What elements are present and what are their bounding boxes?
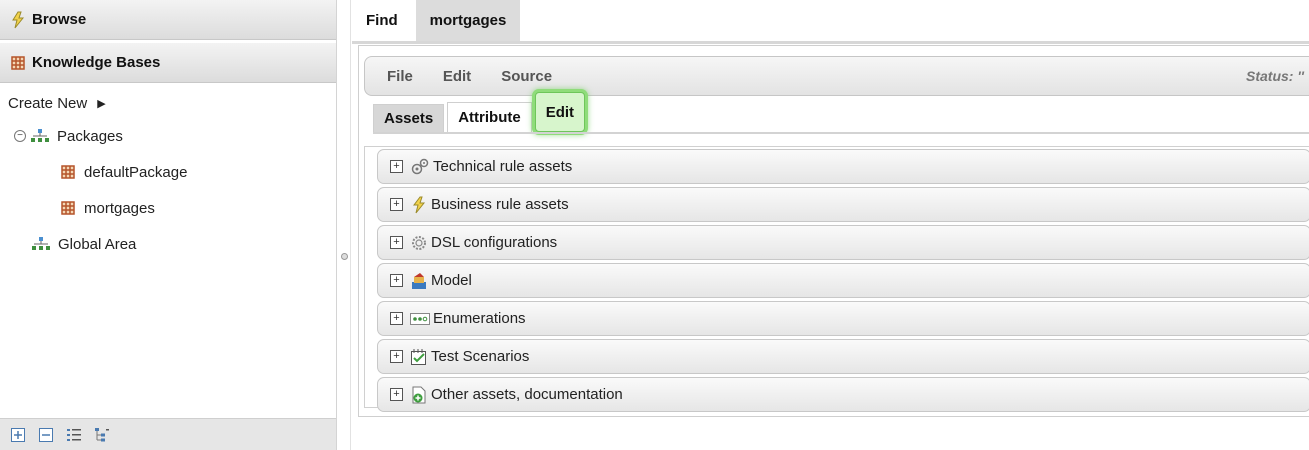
- browse-header[interactable]: Browse: [0, 0, 336, 40]
- splitter-grip-icon[interactable]: [341, 253, 348, 260]
- test-scenario-icon: [410, 348, 428, 366]
- expand-icon[interactable]: +: [390, 198, 403, 211]
- asset-group-technical-rules[interactable]: + Technical rule assets: [377, 149, 1309, 184]
- package-tree-icon: [31, 129, 49, 143]
- expand-icon[interactable]: +: [390, 388, 403, 401]
- tree-item-label: Packages: [57, 127, 123, 145]
- hierarchical-view-icon[interactable]: [94, 427, 110, 443]
- tab-mortgages[interactable]: mortgages: [415, 0, 521, 41]
- menu-source[interactable]: Source: [501, 68, 552, 85]
- dsl-gear-icon: [410, 234, 428, 252]
- asset-group-label: DSL configurations: [431, 234, 558, 251]
- tree-item-label: defaultPackage: [84, 163, 188, 181]
- expand-icon[interactable]: +: [390, 274, 403, 287]
- collapse-all-icon[interactable]: [38, 427, 54, 443]
- subtab-divider: [373, 132, 1309, 134]
- asset-group-enumerations[interactable]: + Enumerations: [377, 301, 1309, 336]
- expand-icon[interactable]: +: [390, 350, 403, 363]
- business-rule-icon: [410, 196, 428, 214]
- create-new-label: Create New: [8, 94, 88, 112]
- asset-group-dsl-configurations[interactable]: + DSL configurations: [377, 225, 1309, 260]
- asset-group-other-assets[interactable]: + Other assets, documentation: [377, 377, 1309, 412]
- expand-icon[interactable]: +: [390, 312, 403, 325]
- other-assets-icon: [410, 386, 428, 404]
- knowledge-bases-title: Knowledge Bases: [32, 54, 161, 71]
- asset-group-label: Other assets, documentation: [431, 386, 623, 403]
- tree-item-mortgages[interactable]: mortgages: [0, 190, 336, 226]
- asset-group-label: Business rule assets: [431, 196, 569, 213]
- asset-group-label: Test Scenarios: [431, 348, 530, 365]
- global-area-icon: [32, 237, 50, 251]
- panel-splitter[interactable]: [337, 0, 351, 450]
- tab-edit[interactable]: Edit: [534, 92, 586, 132]
- tree-toolbar: [0, 418, 336, 450]
- tree-item-global-area[interactable]: Global Area: [0, 226, 336, 262]
- document-tabs: Find mortgages: [352, 0, 1309, 44]
- knowledge-bases-header[interactable]: Knowledge Bases: [0, 43, 336, 83]
- menu-edit[interactable]: Edit: [443, 68, 471, 85]
- asset-group-test-scenarios[interactable]: + Test Scenarios: [377, 339, 1309, 374]
- create-new-menu[interactable]: Create New ▶: [0, 88, 336, 118]
- tab-assets[interactable]: Assets: [373, 104, 445, 132]
- package-icon: [60, 200, 76, 216]
- package-icon: [60, 164, 76, 180]
- status-label: Status: '': [1246, 68, 1304, 84]
- editor-menubar: File Edit Source Status: '': [364, 56, 1309, 96]
- chevron-right-icon: ▶: [97, 97, 106, 110]
- asset-group-label: Model: [431, 272, 472, 289]
- expand-all-icon[interactable]: [10, 427, 26, 443]
- package-editor: File Edit Source Status: '' Assets Attri…: [358, 45, 1309, 417]
- model-icon: [410, 272, 428, 290]
- editor-subtabs: Assets Attribute Edit: [373, 92, 588, 132]
- asset-groups: + Technical rule assets + Business rule …: [364, 146, 1309, 412]
- browse-icon: [8, 10, 28, 30]
- asset-group-business-rules[interactable]: + Business rule assets: [377, 187, 1309, 222]
- expand-icon[interactable]: +: [390, 236, 403, 249]
- tree-item-label: mortgages: [84, 199, 155, 217]
- tree-item-packages[interactable]: − Packages: [0, 118, 336, 154]
- tree-item-defaultpackage[interactable]: defaultPackage: [0, 154, 336, 190]
- expand-icon[interactable]: +: [390, 160, 403, 173]
- gears-icon: [410, 158, 430, 176]
- asset-group-model[interactable]: + Model: [377, 263, 1309, 298]
- asset-group-label: Technical rule assets: [433, 158, 573, 175]
- tab-find[interactable]: Find: [352, 0, 412, 41]
- browse-title: Browse: [32, 11, 87, 28]
- collapse-node-icon[interactable]: −: [14, 130, 26, 142]
- tree-item-label: Global Area: [58, 235, 137, 253]
- enumeration-icon: [410, 312, 430, 326]
- flat-view-icon[interactable]: [66, 427, 82, 443]
- main-area: Find mortgages File Edit Source Status: …: [352, 0, 1309, 450]
- knowledge-bases-icon: [8, 53, 28, 73]
- menu-file[interactable]: File: [387, 68, 413, 85]
- tab-attribute[interactable]: Attribute: [447, 102, 532, 132]
- asset-group-label: Enumerations: [433, 310, 526, 327]
- navigation-panel: Browse Knowledge Bases Create New ▶ − Pa…: [0, 0, 337, 450]
